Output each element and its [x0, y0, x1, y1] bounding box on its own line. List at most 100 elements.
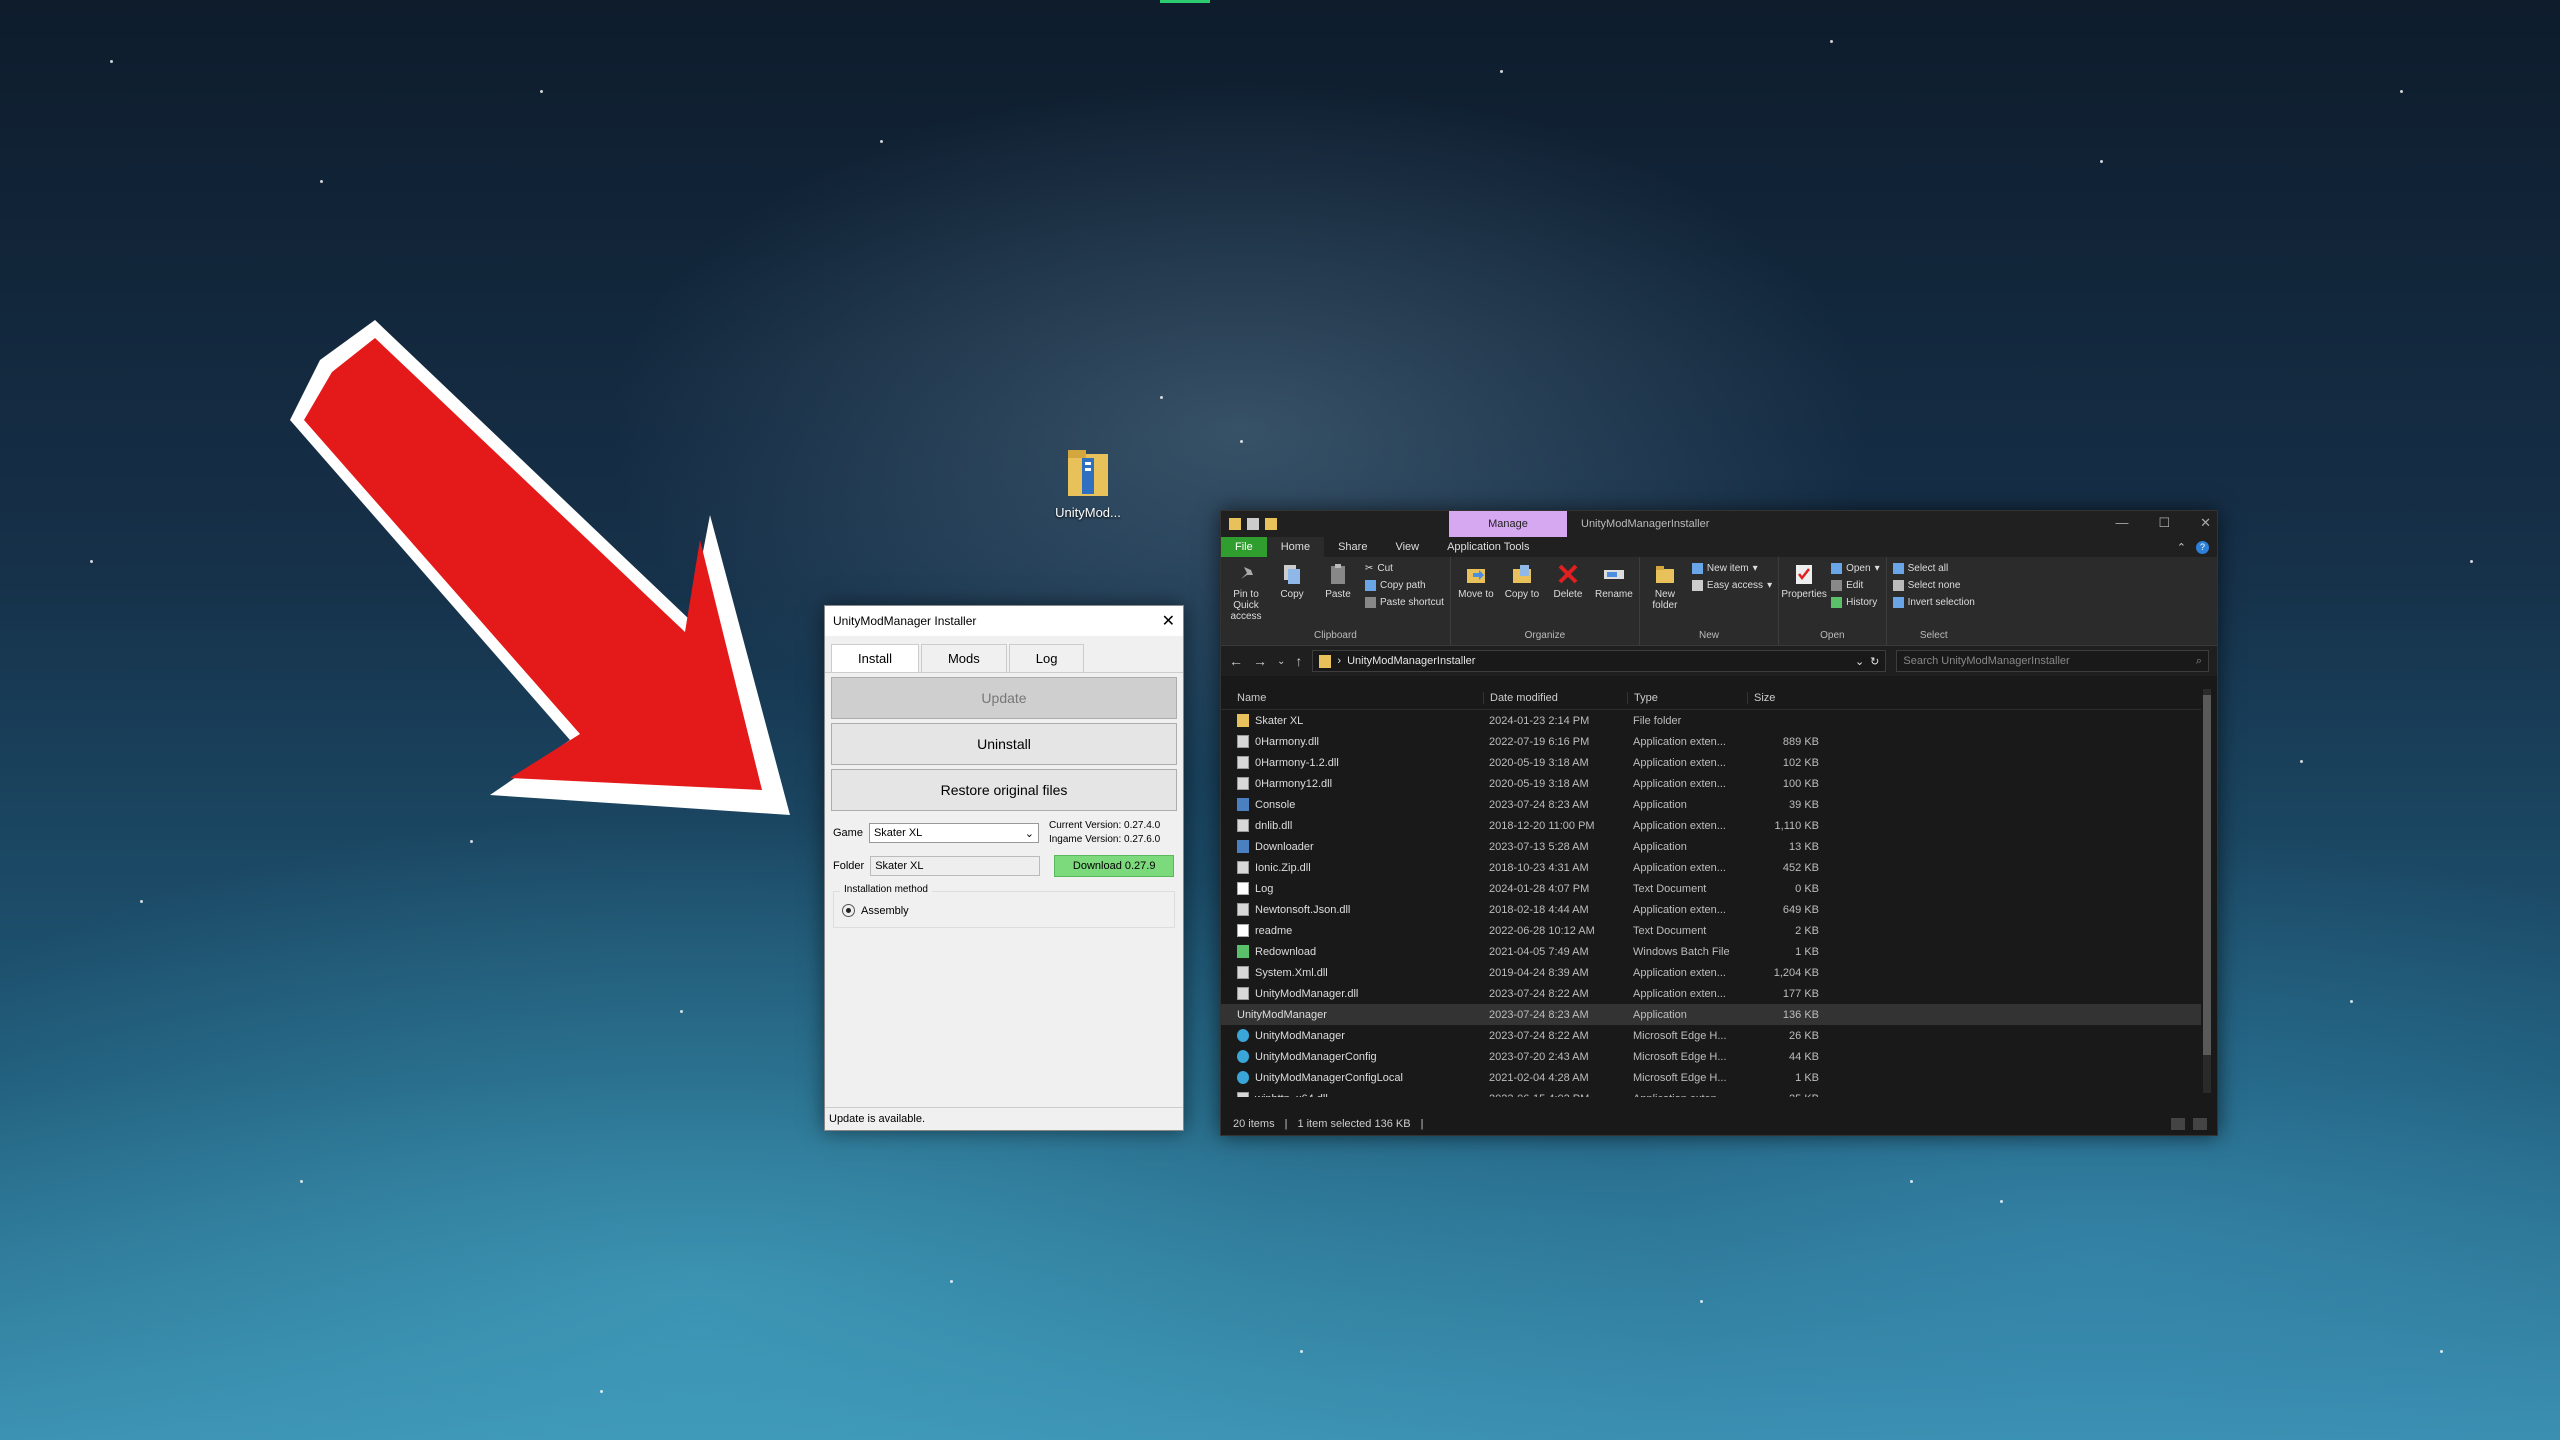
tab-mods[interactable]: Mods [920, 644, 1007, 672]
properties-icon[interactable] [1247, 518, 1259, 530]
file-row[interactable]: 0Harmony.dll 2022-07-19 6:16 PM Applicatio… [1221, 731, 2201, 752]
ribbon-tabs: File Home Share View Application Tools ⌃… [1221, 537, 2217, 557]
file-row[interactable]: Log 2024-01-28 4:07 PM Text Document 0 KB [1221, 878, 2201, 899]
file-date: 2018-02-18 4:44 AM [1489, 903, 1589, 916]
chevron-down-icon[interactable]: ⌄ [1855, 655, 1864, 668]
file-date: 2023-07-24 8:23 AM [1489, 798, 1589, 811]
file-row[interactable]: Console 2023-07-24 8:23 AM Application 39 K… [1221, 794, 2201, 815]
folder-field[interactable]: Skater XL [870, 856, 1041, 876]
file-row[interactable]: UnityModManagerConfig 2023-07-20 2:43 AM M… [1221, 1046, 2201, 1067]
history-button[interactable]: History [1831, 597, 1880, 608]
minimize-icon[interactable]: — [2115, 515, 2128, 531]
paste-shortcut-icon [1365, 597, 1376, 608]
file-type: Application exten... [1633, 903, 1726, 916]
paste-button[interactable]: Paste [1319, 563, 1357, 600]
file-row[interactable]: Redownload 2021-04-05 7:49 AM Windows Batc… [1221, 941, 2201, 962]
edit-button[interactable]: Edit [1831, 580, 1880, 591]
file-size: 452 KB [1782, 861, 1819, 874]
invert-selection-button[interactable]: Invert selection [1892, 597, 1975, 608]
file-list-header: Name Date modified Type Size [1221, 687, 2201, 710]
open-button[interactable]: Open ▾ [1831, 563, 1880, 574]
copy-to-button[interactable]: Copy to [1503, 563, 1541, 600]
file-row[interactable]: System.Xml.dll 2019-04-24 8:39 AM Applicat… [1221, 962, 2201, 983]
umm-status-bar: Update is available. [825, 1107, 1183, 1130]
file-row[interactable]: 0Harmony-1.2.dll 2020-05-19 3:18 AM Applic… [1221, 752, 2201, 773]
tab-application-tools[interactable]: Application Tools [1433, 537, 1543, 557]
copy-path-button[interactable]: Copy path [1365, 580, 1444, 591]
update-button[interactable]: Update [831, 677, 1177, 719]
rename-button[interactable]: Rename [1595, 563, 1633, 600]
select-none-button[interactable]: Select none [1892, 580, 1975, 591]
tab-home[interactable]: Home [1266, 537, 1325, 557]
rename-icon [1603, 570, 1624, 579]
cut-button[interactable]: ✂ Cut [1365, 563, 1444, 574]
tab-file[interactable]: File [1221, 537, 1267, 557]
move-to-button[interactable]: Move to [1457, 563, 1495, 600]
recent-locations-icon[interactable]: ⌄ [1277, 656, 1285, 667]
file-row[interactable]: UnityModManagerConfigLocal 2021-02-04 4:2… [1221, 1067, 2201, 1088]
tab-install[interactable]: Install [831, 644, 919, 672]
column-date-modified[interactable]: Date modified [1483, 692, 1627, 704]
manage-contextual-tab[interactable]: Manage [1449, 511, 1567, 537]
window-controls: — ☐ ✕ [2115, 515, 2211, 531]
collapse-ribbon-icon[interactable]: ⌃ [2177, 541, 2186, 554]
properties-icon [1796, 565, 1813, 584]
file-row[interactable]: 0Harmony12.dll 2020-05-19 3:18 AM Applicat… [1221, 773, 2201, 794]
restore-original-files-button[interactable]: Restore original files [831, 769, 1177, 811]
new-folder-icon[interactable] [1265, 518, 1277, 530]
tab-view[interactable]: View [1381, 537, 1433, 557]
status-divider: | [1284, 1118, 1288, 1130]
help-icon[interactable]: ? [2196, 540, 2209, 554]
tab-share[interactable]: Share [1324, 537, 1381, 557]
pin-quick-access-button[interactable]: Pin to Quick access [1227, 563, 1265, 622]
umm-title: UnityModManager Installer [833, 614, 977, 628]
game-select[interactable]: Skater XL ⌄ [868, 823, 1039, 843]
details-view-icon[interactable] [2171, 1118, 2185, 1130]
easy-access-button[interactable]: Easy access ▾ [1691, 580, 1772, 591]
new-folder-button[interactable]: New folder [1646, 563, 1684, 611]
column-name[interactable]: Name [1221, 692, 1483, 704]
new-folder-label: New folder [1652, 589, 1678, 611]
close-icon[interactable]: ✕ [2200, 515, 2211, 531]
delete-button[interactable]: Delete [1549, 563, 1587, 600]
uninstall-button[interactable]: Uninstall [831, 723, 1177, 765]
new-item-button[interactable]: New item ▾ [1691, 563, 1772, 574]
file-name-cell: winhttp_x64.dll [1221, 1092, 1483, 1097]
vertical-scrollbar[interactable] [2203, 689, 2211, 1093]
file-row[interactable]: Newtonsoft.Json.dll 2018-02-18 4:44 AM App… [1221, 899, 2201, 920]
close-icon[interactable]: ✕ [1162, 611, 1175, 631]
forward-arrow-icon[interactable]: → [1253, 653, 1267, 669]
paste-shortcut-button[interactable]: Paste shortcut [1365, 597, 1444, 608]
file-row[interactable]: Skater XL 2024-01-23 2:14 PM File folder [1221, 710, 2201, 731]
desktop-folder-icon[interactable]: UnityMod... [1040, 448, 1136, 520]
app-file-icon [1237, 840, 1249, 853]
address-bar[interactable]: › UnityModManagerInstaller ⌄ ↻ [1312, 650, 1887, 672]
scissors-icon: ✂ [1365, 563, 1374, 574]
maximize-icon[interactable]: ☐ [2158, 515, 2170, 531]
file-row[interactable]: UnityModManager 2023-07-24 8:23 AM Applica… [1221, 1004, 2201, 1025]
large-icons-view-icon[interactable] [2193, 1118, 2207, 1130]
file-row[interactable]: UnityModManager 2023-07-24 8:22 AM Microso… [1221, 1025, 2201, 1046]
assembly-radio[interactable]: Assembly [842, 904, 1166, 917]
copy-button[interactable]: Copy [1273, 563, 1311, 600]
file-row[interactable]: UnityModManager.dll 2023-07-24 8:22 AM App… [1221, 983, 2201, 1004]
file-row[interactable]: readme 2022-06-28 10:12 AM Text Document 2 … [1221, 920, 2201, 941]
download-button[interactable]: Download 0.27.9 [1054, 855, 1175, 877]
column-type[interactable]: Type [1627, 692, 1747, 704]
properties-button[interactable]: Properties [1781, 563, 1827, 600]
tab-log[interactable]: Log [1008, 644, 1085, 672]
file-name: readme [1255, 924, 1293, 937]
file-row[interactable]: dnlib.dll 2018-12-20 11:00 PM Application … [1221, 815, 2201, 836]
scrollbar-thumb[interactable] [2203, 695, 2211, 1055]
select-all-button[interactable]: Select all [1892, 563, 1975, 574]
column-size[interactable]: Size [1747, 692, 1827, 704]
file-row[interactable]: Ionic.Zip.dll 2018-10-23 4:31 AM Applicati… [1221, 857, 2201, 878]
breadcrumb-path[interactable]: UnityModManagerInstaller [1347, 655, 1475, 667]
file-name-cell: Console [1221, 798, 1483, 811]
back-arrow-icon[interactable]: ← [1229, 653, 1243, 669]
refresh-icon[interactable]: ↻ [1870, 655, 1879, 668]
file-row[interactable]: winhttp_x64.dll 2022-06-15 4:02 PMApplica… [1221, 1088, 2201, 1097]
file-row[interactable]: Downloader 2023-07-13 5:28 AM Application 1… [1221, 836, 2201, 857]
up-arrow-icon[interactable]: ↑ [1295, 653, 1302, 669]
search-input[interactable]: Search UnityModManagerInstaller ⌕ [1896, 650, 2209, 672]
